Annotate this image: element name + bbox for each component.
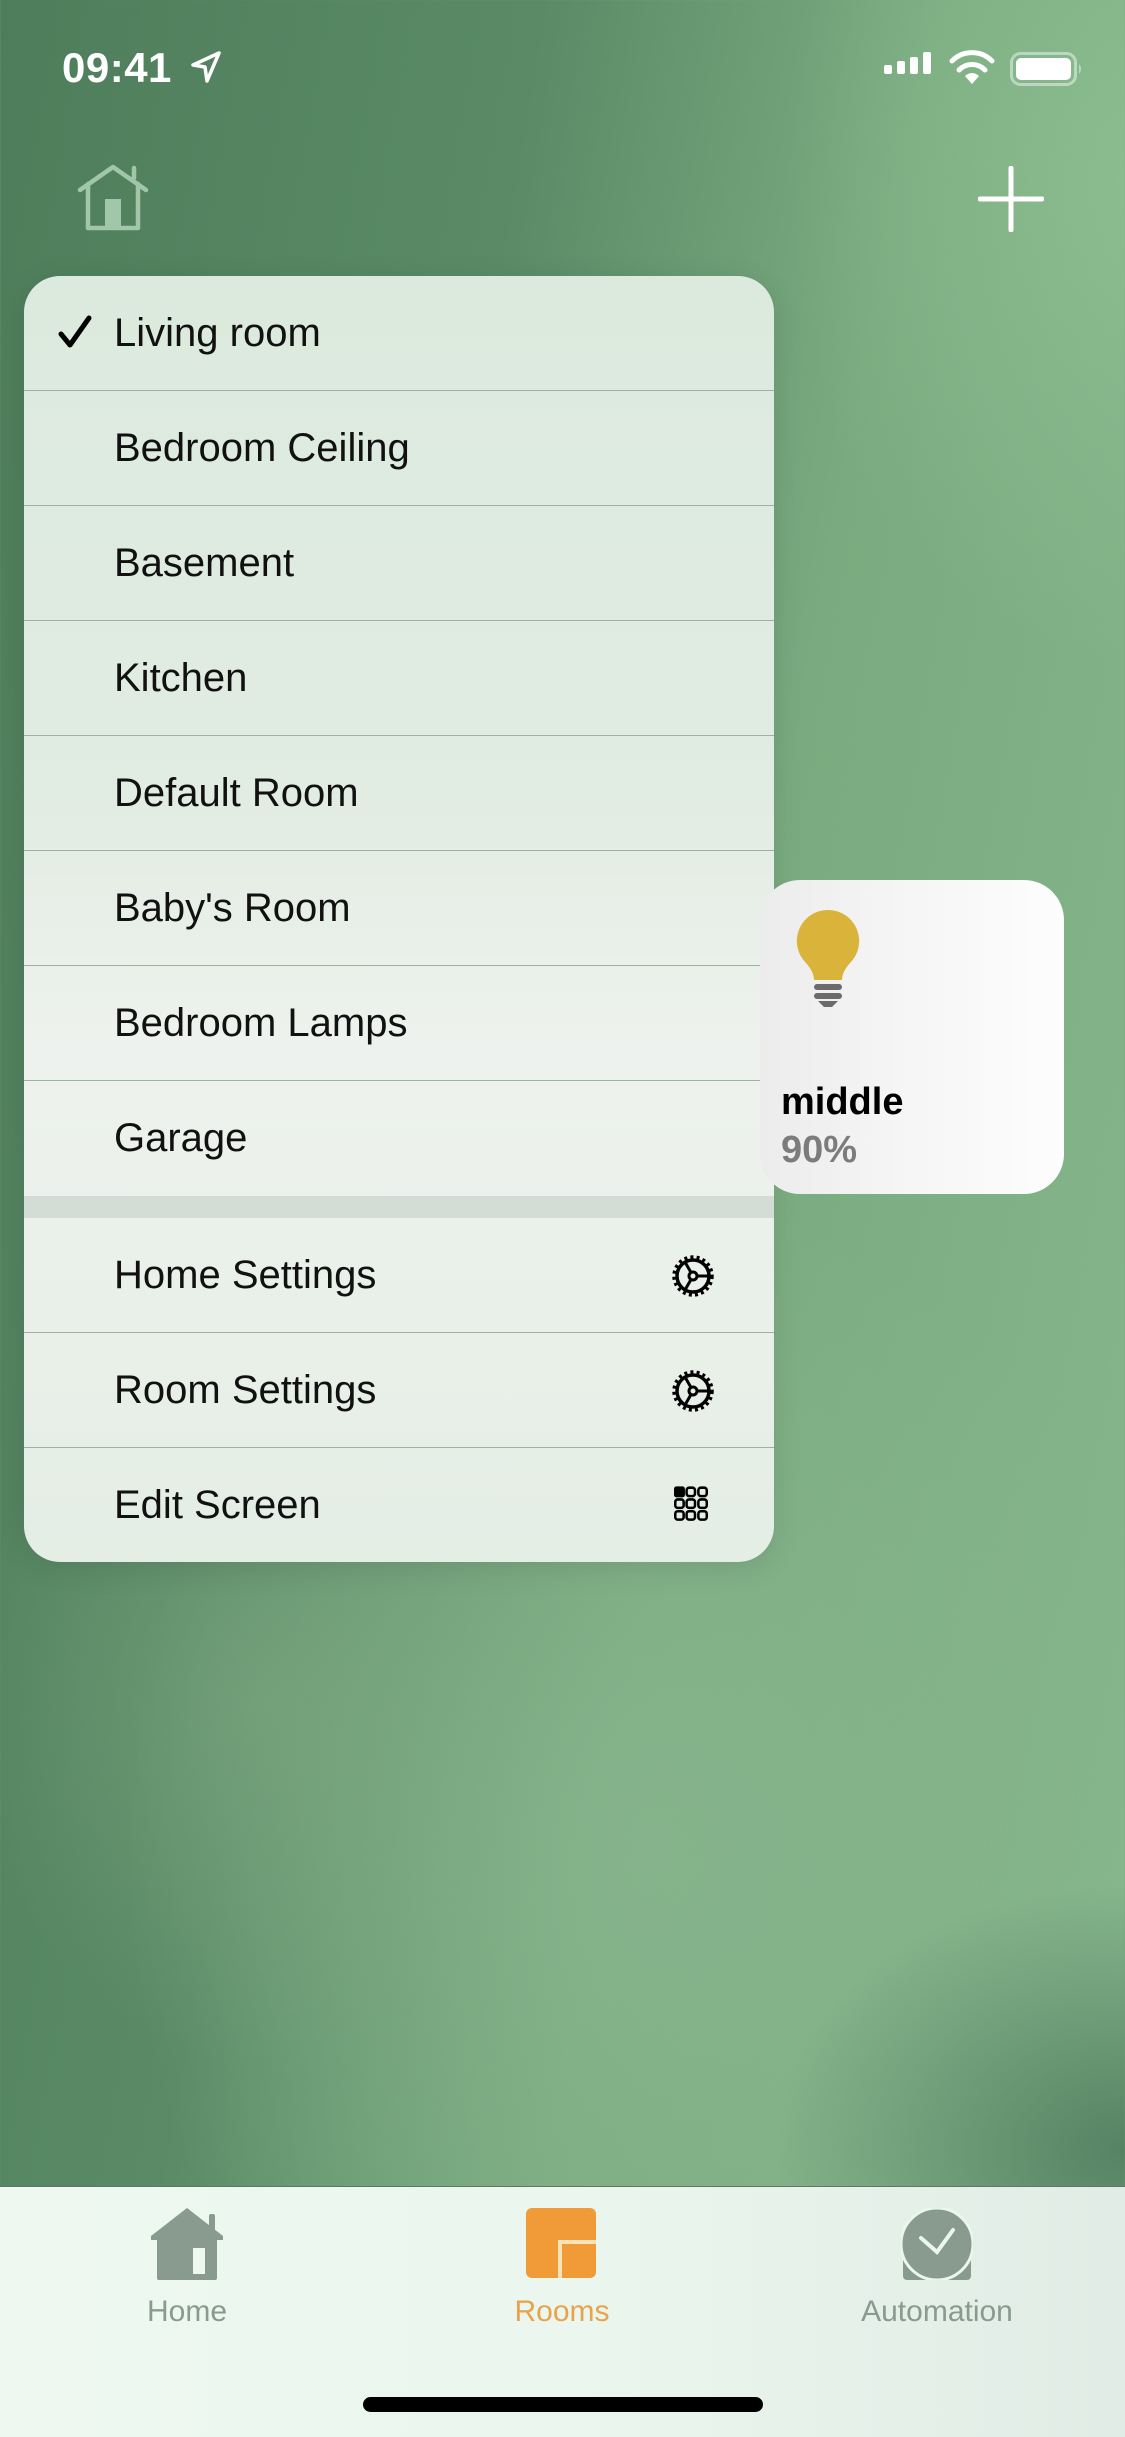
rooms-icon: [526, 2208, 596, 2278]
grid-icon: [674, 1486, 709, 1521]
menu-item-label: Edit Screen: [114, 1483, 321, 1527]
menu-item-label: Bedroom Ceiling: [114, 426, 410, 470]
tab-label: Home: [146, 2295, 228, 2328]
menu-item-room[interactable]: Garage: [24, 1081, 774, 1196]
tab-label: Rooms: [514, 2295, 610, 2328]
home-outline-icon[interactable]: [76, 164, 150, 232]
gear-icon: [672, 1255, 714, 1297]
menu-item-label: Living room: [114, 311, 321, 355]
home-filled-icon: [151, 2208, 223, 2280]
gear-icon: [672, 1370, 714, 1412]
menu-item-room[interactable]: Default Room: [24, 736, 774, 851]
accessory-status: 90%: [781, 1129, 858, 1171]
menu-item-room[interactable]: Baby's Room: [24, 851, 774, 966]
plus-icon[interactable]: [978, 166, 1044, 232]
menu-item-label: Garage: [114, 1116, 248, 1160]
menu-section-separator: [24, 1196, 774, 1218]
menu-item-label: Room Settings: [114, 1368, 377, 1412]
menu-item-label: Default Room: [114, 771, 359, 815]
cellular-signal-icon: [884, 52, 931, 74]
menu-item-room-settings[interactable]: Room Settings: [24, 1333, 774, 1448]
tab-label: Automation: [861, 2295, 1013, 2328]
menu-item-label: Basement: [114, 541, 295, 585]
menu-item-edit-screen[interactable]: Edit Screen: [24, 1448, 774, 1562]
menu-item-label: Baby's Room: [114, 886, 351, 930]
automation-clock-icon: [901, 2208, 973, 2280]
menu-item-label: Kitchen: [114, 656, 248, 700]
menu-item-label: Bedroom Lamps: [114, 1001, 408, 1045]
accessory-name: middle: [781, 1081, 904, 1123]
battery-icon: [1010, 52, 1081, 86]
status-time: 09:41: [62, 44, 172, 91]
menu-item-room[interactable]: Basement: [24, 506, 774, 621]
menu-item-room[interactable]: Living room: [24, 276, 774, 391]
tab-automation[interactable]: Automation: [817, 2186, 1057, 2356]
menu-item-room[interactable]: Bedroom Lamps: [24, 966, 774, 1081]
tab-home[interactable]: Home: [67, 2186, 307, 2356]
menu-item-room[interactable]: Kitchen: [24, 621, 774, 736]
menu-item-home-settings[interactable]: Home Settings: [24, 1218, 774, 1333]
checkmark-icon: [58, 315, 92, 348]
tab-rooms[interactable]: Rooms: [442, 2186, 682, 2356]
menu-item-room[interactable]: Bedroom Ceiling: [24, 391, 774, 506]
menu-item-label: Home Settings: [114, 1253, 377, 1297]
room-menu: Living room Bedroom Ceiling Basement Kit…: [24, 276, 774, 1562]
location-arrow-icon: [191, 51, 221, 83]
wifi-icon: [949, 50, 995, 84]
lightbulb-icon: [796, 909, 860, 1007]
home-indicator[interactable]: [363, 2397, 763, 2412]
